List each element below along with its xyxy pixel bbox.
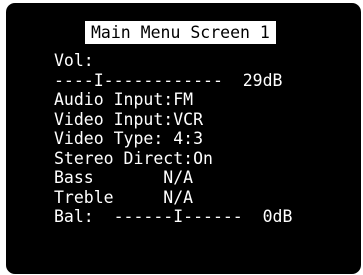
stereo-direct-setting: Stereo Direct:On	[54, 148, 213, 168]
video-type-setting: Video Type: 4:3	[54, 129, 204, 148]
menu-title: Main Menu Screen 1	[85, 21, 276, 44]
volume-level-bar: ----I------------ 29dB	[54, 70, 283, 90]
audio-input-setting: Audio Input:FM	[54, 90, 194, 109]
balance-level-bar: Bal: ------I------ 0dB	[54, 207, 293, 226]
bass-setting: Bass N/A	[54, 168, 194, 187]
volume-label: Vol:	[54, 51, 94, 70]
video-input-setting: Video Input:VCR	[54, 109, 204, 129]
treble-setting: Treble N/A	[54, 187, 194, 207]
menu-items: Vol: ----I------------ 29dB Audio Input:…	[54, 51, 292, 227]
menu-screen: Main Menu Screen 1 Vol: ----I-----------…	[6, 3, 361, 274]
